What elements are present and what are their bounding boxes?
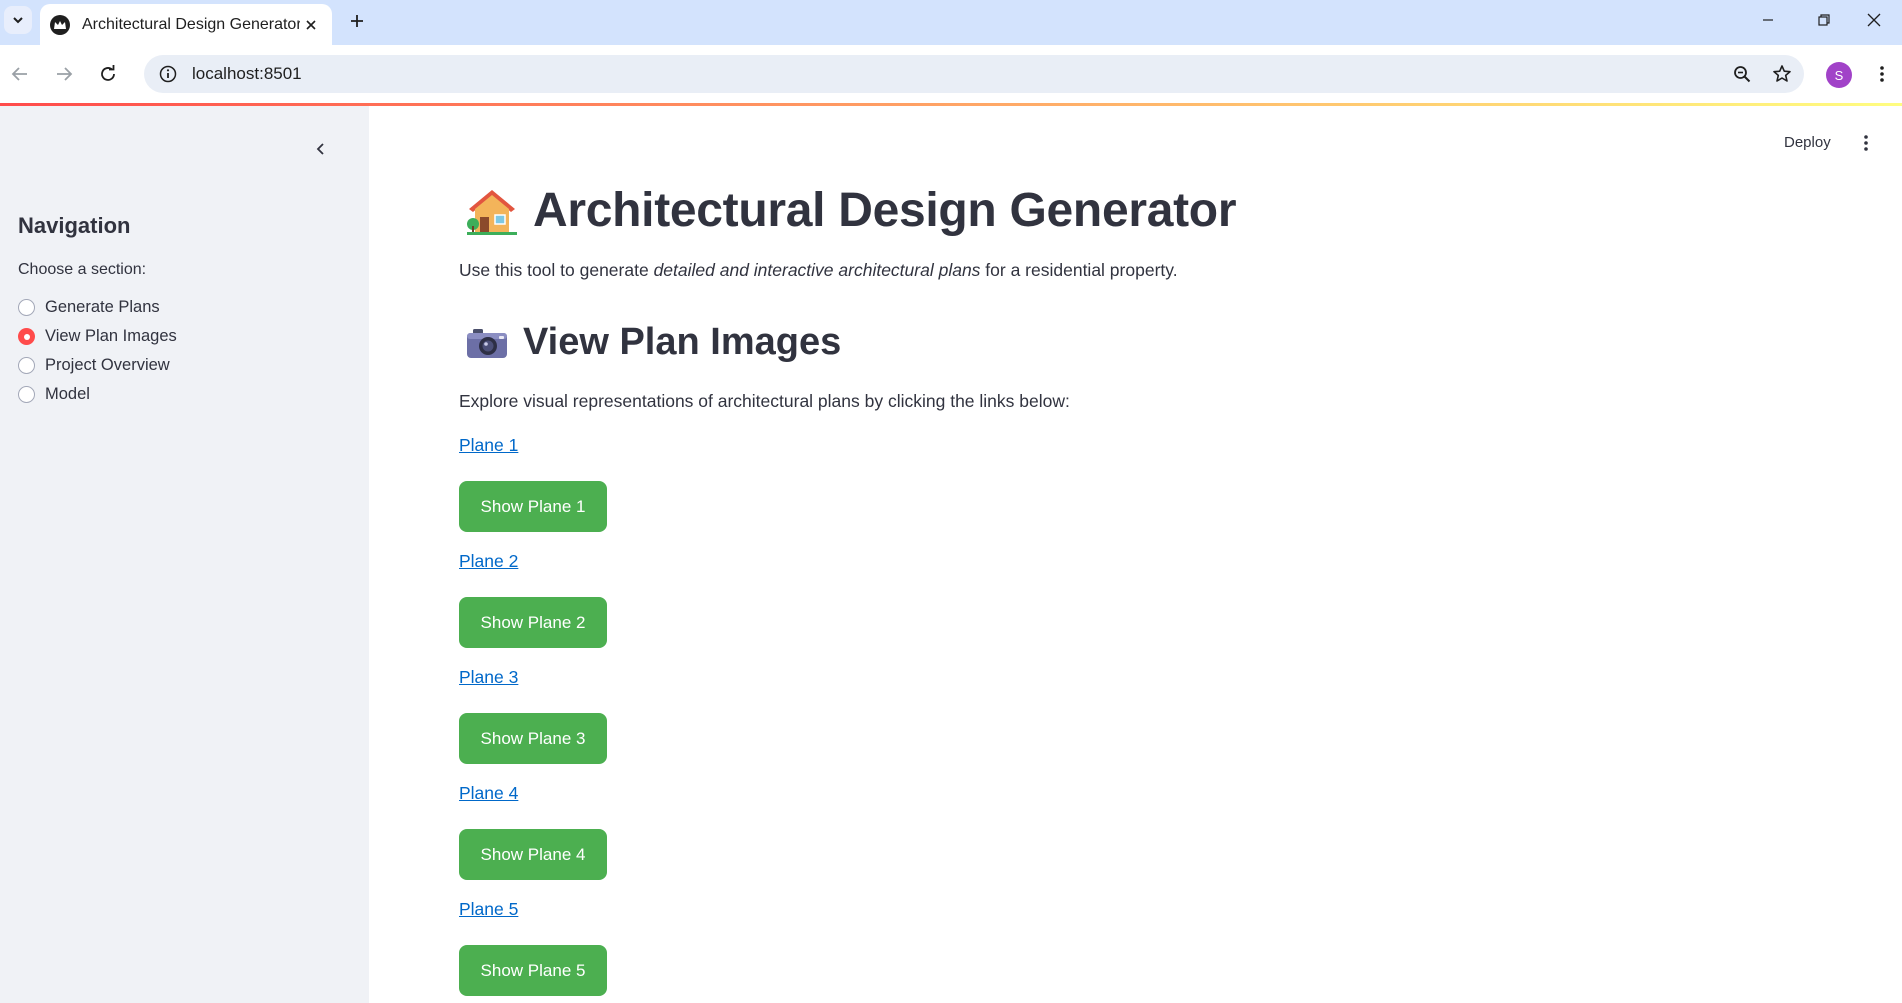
browser-toolbar: localhost:8501 S bbox=[0, 45, 1902, 103]
page-title-text: Architectural Design Generator bbox=[533, 184, 1237, 237]
restore-window-button[interactable] bbox=[1796, 4, 1852, 36]
intro-suffix: for a residential property. bbox=[980, 260, 1178, 280]
streamlit-app: Navigation Choose a section: Generate Pl… bbox=[0, 103, 1902, 1003]
plus-icon bbox=[351, 15, 363, 27]
radio-button[interactable] bbox=[18, 299, 35, 316]
house-icon bbox=[467, 189, 517, 235]
profile-avatar[interactable]: S bbox=[1826, 62, 1852, 88]
new-tab-button[interactable] bbox=[344, 8, 370, 34]
show-plane-1-button[interactable]: Show Plane 1 bbox=[459, 481, 607, 532]
intro-paragraph: Use this tool to generate detailed and i… bbox=[459, 260, 1178, 281]
section-description: Explore visual representations of archit… bbox=[459, 391, 1070, 411]
tab-title: Architectural Design Generator bbox=[82, 15, 300, 33]
plane-3-link[interactable]: Plane 3 bbox=[459, 667, 518, 688]
deploy-button[interactable]: Deploy bbox=[1776, 130, 1839, 155]
zoom-icon[interactable] bbox=[1724, 56, 1760, 92]
radio-option-generate-plans[interactable]: Generate Plans bbox=[18, 293, 177, 322]
radio-option-label: Project Overview bbox=[45, 356, 170, 374]
app-menu-icon[interactable] bbox=[1854, 130, 1878, 156]
address-bar[interactable]: localhost:8501 bbox=[144, 55, 1804, 93]
arrow-right-icon bbox=[57, 67, 73, 81]
close-window-button[interactable] bbox=[1846, 4, 1902, 36]
chevron-down-icon bbox=[13, 17, 23, 24]
browser-menu-icon[interactable] bbox=[1866, 58, 1898, 90]
browser-tab-bar: Architectural Design Generator bbox=[0, 0, 1902, 45]
radio-option-label: View Plan Images bbox=[45, 327, 177, 345]
tab-search-button[interactable] bbox=[4, 6, 32, 34]
reload-icon bbox=[101, 65, 115, 81]
radio-option-view-plan-images[interactable]: View Plan Images bbox=[18, 322, 177, 351]
back-button[interactable] bbox=[2, 56, 38, 92]
intro-emphasis: detailed and interactive architectural p… bbox=[653, 260, 981, 280]
sidebar-title: Navigation bbox=[18, 213, 131, 238]
radio-option-model[interactable]: Model bbox=[18, 380, 177, 409]
radio-option-label: Model bbox=[45, 385, 90, 403]
tab-close-icon[interactable] bbox=[300, 14, 322, 36]
plane-1-link[interactable]: Plane 1 bbox=[459, 435, 518, 456]
header-decoration-bar bbox=[0, 103, 1902, 106]
page-title: Architectural Design Generator bbox=[465, 183, 1237, 238]
restore-icon bbox=[1818, 14, 1830, 26]
streamlit-favicon-icon bbox=[50, 14, 70, 35]
radio-option-project-overview[interactable]: Project Overview bbox=[18, 351, 177, 380]
minimize-icon bbox=[1763, 19, 1773, 21]
show-plane-4-button[interactable]: Show Plane 4 bbox=[459, 829, 607, 880]
show-plane-2-button[interactable]: Show Plane 2 bbox=[459, 597, 607, 648]
radio-group-label: Choose a section: bbox=[18, 261, 147, 278]
radio-button[interactable] bbox=[18, 386, 35, 403]
forward-button[interactable] bbox=[46, 56, 82, 92]
plane-2-link[interactable]: Plane 2 bbox=[459, 551, 518, 572]
bookmark-star-icon[interactable] bbox=[1764, 56, 1800, 92]
arrow-left-icon bbox=[11, 67, 27, 81]
plane-5-link[interactable]: Plane 5 bbox=[459, 899, 518, 920]
browser-tab[interactable]: Architectural Design Generator bbox=[40, 4, 332, 45]
close-icon bbox=[1867, 13, 1881, 27]
reload-button[interactable] bbox=[90, 56, 126, 92]
section-title: View Plan Images bbox=[465, 321, 841, 364]
site-info-icon[interactable] bbox=[150, 56, 186, 92]
show-plane-5-button[interactable]: Show Plane 5 bbox=[459, 945, 607, 996]
section-radio-group: Generate Plans View Plan Images Project … bbox=[18, 293, 177, 409]
section-title-text: View Plan Images bbox=[523, 321, 842, 363]
radio-button-selected[interactable] bbox=[18, 328, 35, 345]
plane-4-link[interactable]: Plane 4 bbox=[459, 783, 518, 804]
show-plane-3-button[interactable]: Show Plane 3 bbox=[459, 713, 607, 764]
camera-icon bbox=[467, 328, 507, 358]
sidebar: Navigation Choose a section: Generate Pl… bbox=[0, 103, 369, 1003]
url-text: localhost:8501 bbox=[192, 64, 302, 83]
collapse-sidebar-button[interactable] bbox=[308, 136, 334, 162]
radio-button[interactable] bbox=[18, 357, 35, 374]
chevron-left-icon bbox=[316, 143, 324, 155]
radio-option-label: Generate Plans bbox=[45, 298, 160, 316]
intro-prefix: Use this tool to generate bbox=[459, 260, 654, 280]
minimize-window-button[interactable] bbox=[1740, 4, 1796, 36]
